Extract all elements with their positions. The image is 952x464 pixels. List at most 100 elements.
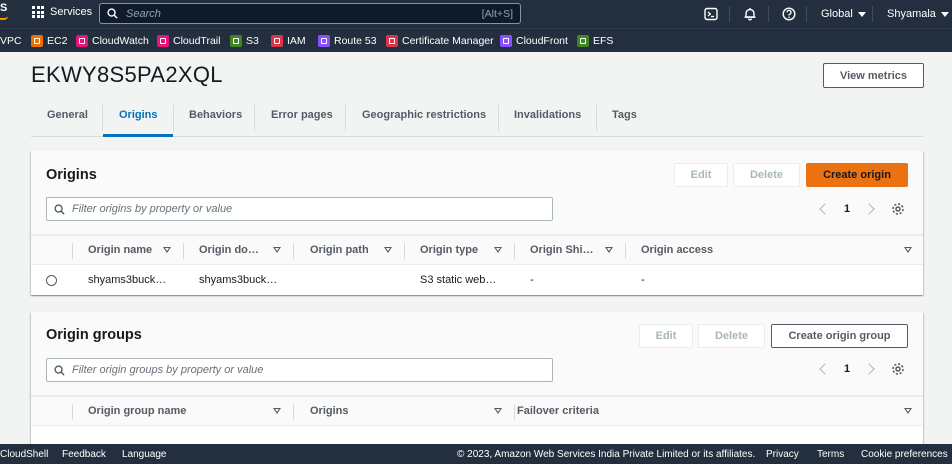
footer-language-link[interactable]: Language (122, 449, 167, 460)
column-origins[interactable]: Origins (310, 405, 349, 417)
search-icon (54, 203, 65, 215)
origin-groups-page-number[interactable]: 1 (844, 363, 850, 375)
create-origin-group-button[interactable]: Create origin group (771, 324, 908, 348)
footer-privacy-link[interactable]: Privacy (766, 449, 799, 460)
aws-logo[interactable]: S (0, 2, 8, 24)
origins-panel: Origins Edit Delete Create origin Filter… (31, 151, 923, 295)
create-origin-button[interactable]: Create origin (806, 163, 908, 187)
favorite-route53[interactable]: Route 53 (318, 35, 377, 47)
favorite-label: CloudFront (516, 35, 568, 47)
origin-groups-filter-input[interactable]: Filter origin groups by property or valu… (46, 358, 553, 382)
services-menu-button[interactable]: Services (32, 6, 92, 18)
sort-icon[interactable] (273, 247, 281, 253)
origins-filter-input[interactable]: Filter origins by property or value (46, 197, 553, 221)
footer-copyright: © 2023, Amazon Web Services India Privat… (457, 449, 756, 460)
row-select-radio[interactable] (46, 275, 57, 286)
origins-page-number[interactable]: 1 (844, 203, 850, 215)
tab-geographic-restrictions[interactable]: Geographic restrictions (362, 109, 486, 121)
favorite-vpc[interactable]: VPC (0, 35, 22, 47)
s3-icon (230, 35, 242, 47)
chevron-right-icon[interactable] (863, 203, 875, 215)
cloudshell-button[interactable] (704, 0, 718, 28)
column-origin-group-name[interactable]: Origin group name (88, 405, 186, 417)
help-button[interactable] (782, 0, 796, 28)
user-label: Shyamala (887, 8, 936, 20)
ec2-icon (31, 35, 43, 47)
origins-pagination: 1 (819, 203, 875, 215)
chevron-left-icon[interactable] (819, 363, 831, 375)
search-input[interactable]: Search [Alt+S] (99, 3, 521, 24)
favorite-efs[interactable]: EFS (577, 35, 613, 47)
delete-origin-group-button[interactable]: Delete (698, 324, 765, 348)
account-menu[interactable]: Shyamala (887, 0, 949, 28)
sort-icon[interactable] (163, 247, 171, 253)
footer-cookie-preferences-link[interactable]: Cookie preferences (861, 449, 948, 460)
favorite-ec2[interactable]: EC2 (31, 35, 67, 47)
favorite-cloudtrail[interactable]: CloudTrail (157, 35, 220, 47)
sort-icon[interactable] (494, 247, 502, 253)
column-origin-access[interactable]: Origin access (641, 244, 713, 256)
favorite-iam[interactable]: IAM (271, 35, 306, 47)
footer-cloudshell-link[interactable]: CloudShell (0, 449, 48, 460)
tab-error-pages[interactable]: Error pages (271, 109, 333, 121)
favorite-cloudfront[interactable]: CloudFront (500, 35, 568, 47)
chevron-left-icon[interactable] (819, 203, 831, 215)
column-origin-name[interactable]: Origin name (88, 244, 152, 256)
favorite-label: CloudTrail (173, 35, 221, 47)
origin-groups-panel: Origin groups Edit Delete Create origin … (31, 312, 923, 452)
favorite-label: Certificate Manager (402, 35, 494, 47)
footer-feedback-link[interactable]: Feedback (62, 449, 106, 460)
favorite-certificate-manager[interactable]: Certificate Manager (386, 35, 494, 47)
tab-tags[interactable]: Tags (612, 109, 637, 121)
notifications-button[interactable] (743, 0, 757, 28)
sort-icon[interactable] (605, 247, 613, 253)
column-origin-domain[interactable]: Origin do… (199, 244, 259, 256)
origins-title: Origins (46, 167, 97, 183)
favorite-label: EFS (593, 35, 614, 47)
bell-icon (744, 8, 756, 21)
sort-icon[interactable] (273, 408, 281, 414)
chevron-right-icon[interactable] (863, 363, 875, 375)
sort-icon[interactable] (904, 408, 912, 414)
efs-icon (577, 35, 589, 47)
cell-origin-shield: - (530, 274, 534, 286)
search-shortcut: [Alt+S] (481, 7, 513, 20)
edit-origin-button[interactable]: Edit (674, 163, 728, 187)
edit-origin-group-button[interactable]: Edit (639, 324, 693, 348)
column-origin-shield[interactable]: Origin Shi… (530, 244, 594, 256)
column-origin-type[interactable]: Origin type (420, 244, 478, 256)
caret-down-icon (940, 11, 949, 17)
tab-behaviors[interactable]: Behaviors (189, 109, 242, 121)
region-selector[interactable]: Global (821, 0, 866, 28)
favorite-cloudwatch[interactable]: CloudWatch (76, 35, 149, 47)
cloudwatch-icon (76, 35, 88, 47)
origin-groups-pagination: 1 (819, 363, 875, 375)
sort-icon[interactable] (384, 247, 392, 253)
favorite-label: Route 53 (334, 35, 377, 47)
tab-invalidations[interactable]: Invalidations (514, 109, 581, 121)
search-icon (107, 8, 118, 19)
origin-groups-table-header: Origin group name Origins Failover crite… (31, 396, 923, 426)
gear-icon[interactable] (891, 362, 905, 376)
cell-origin-name: shyams3buck… (88, 274, 167, 286)
gear-icon[interactable] (891, 202, 905, 216)
favorite-s3[interactable]: S3 (230, 35, 259, 47)
origins-filter-placeholder: Filter origins by property or value (72, 203, 233, 215)
tab-general[interactable]: General (47, 109, 88, 121)
tab-origins[interactable]: Origins (119, 109, 158, 121)
sort-icon[interactable] (494, 408, 502, 414)
favorites-bar: VPC EC2 CloudWatch CloudTrail S3 IAM Rou… (0, 28, 952, 52)
grid-icon (32, 6, 44, 18)
terminal-icon (704, 7, 718, 21)
view-metrics-button[interactable]: View metrics (823, 63, 924, 88)
caret-down-icon (857, 11, 866, 17)
favorite-label: CloudWatch (92, 35, 149, 47)
help-icon (782, 7, 796, 21)
delete-origin-button[interactable]: Delete (733, 163, 800, 187)
footer-terms-link[interactable]: Terms (817, 449, 844, 460)
column-origin-path[interactable]: Origin path (310, 244, 369, 256)
column-failover-criteria[interactable]: Failover criteria (517, 405, 599, 417)
origin-groups-filter-placeholder: Filter origin groups by property or valu… (72, 364, 264, 376)
services-label: Services (50, 6, 93, 18)
sort-icon[interactable] (904, 247, 912, 253)
